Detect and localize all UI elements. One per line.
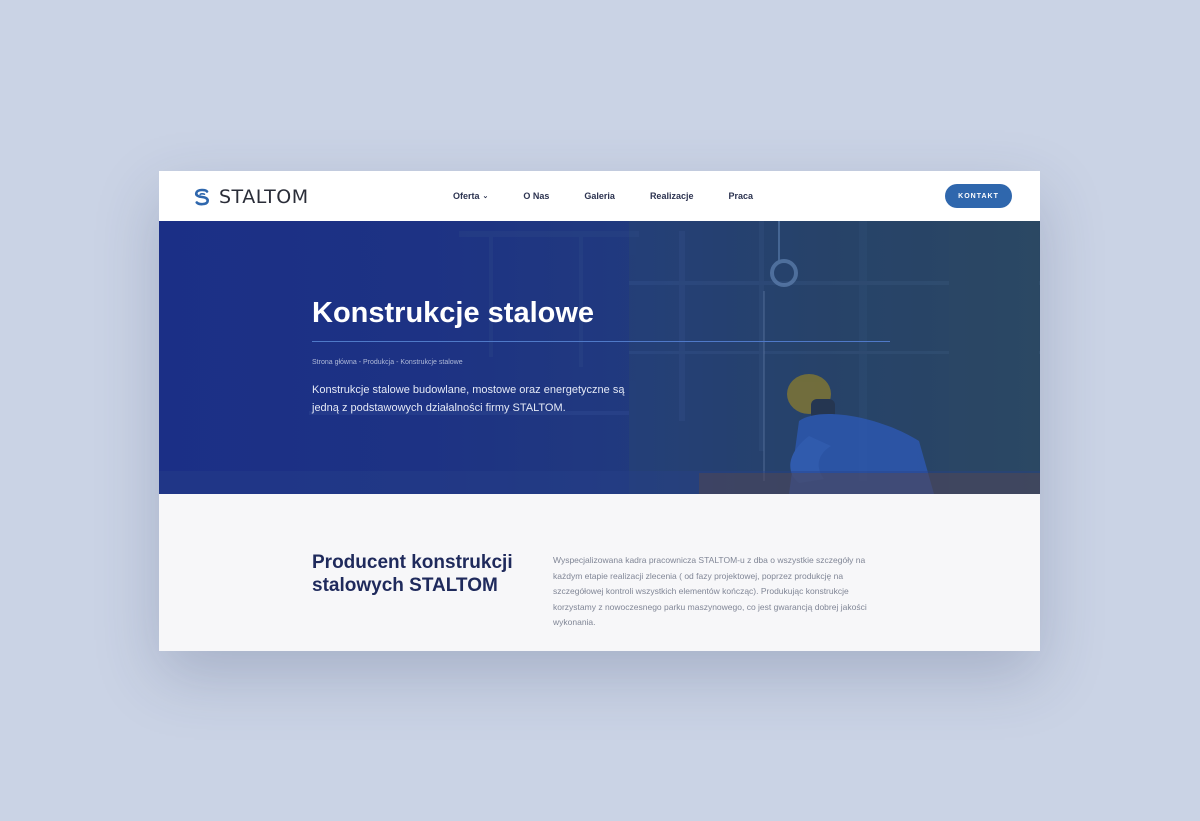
site-logo[interactable]: STALTOM bbox=[191, 185, 309, 209]
site-header: STALTOM Oferta ⌄ O Nas Galeria Realizacj… bbox=[159, 171, 1040, 221]
chevron-down-icon: ⌄ bbox=[482, 193, 489, 200]
section-title: Producent konstrukcji stalowych STALTOM bbox=[312, 552, 513, 596]
title-divider bbox=[312, 341, 890, 342]
nav-item-oferta[interactable]: Oferta ⌄ bbox=[453, 191, 488, 201]
nav-item-label: Praca bbox=[728, 191, 753, 201]
breadcrumb-production[interactable]: Produkcja bbox=[363, 359, 394, 366]
nav-item-label: O Nas bbox=[523, 191, 550, 201]
hero-background-image bbox=[159, 221, 1040, 494]
logo-text: STALTOM bbox=[219, 186, 309, 208]
nav-item-realizacje[interactable]: Realizacje bbox=[650, 191, 694, 201]
hero-description: Konstrukcje stalowe budowlane, mostowe o… bbox=[312, 384, 625, 414]
nav-item-praca[interactable]: Praca bbox=[728, 191, 753, 201]
breadcrumb: Strona główna - Produkcja - Konstrukcje … bbox=[312, 359, 463, 366]
hero-banner: Konstrukcje stalowe Strona główna - Prod… bbox=[159, 221, 1040, 494]
breadcrumb-current: Konstrukcje stalowe bbox=[400, 359, 463, 366]
nav-item-o-nas[interactable]: O Nas bbox=[523, 191, 549, 201]
staltom-logo-icon bbox=[194, 188, 209, 206]
nav-item-label: Realizacje bbox=[649, 191, 694, 201]
nav-item-galeria[interactable]: Galeria bbox=[584, 191, 615, 201]
main-nav: Oferta ⌄ O Nas Galeria Realizacje Praca bbox=[453, 171, 788, 221]
breadcrumb-home[interactable]: Strona główna bbox=[312, 359, 357, 366]
browser-page-frame: STALTOM Oferta ⌄ O Nas Galeria Realizacj… bbox=[159, 171, 1040, 651]
nav-item-label: Galeria bbox=[584, 191, 615, 201]
page-title: Konstrukcje stalowe bbox=[312, 297, 595, 329]
section-text: Wyspecjalizowana kadra pracownicza STALT… bbox=[553, 555, 867, 627]
contact-button[interactable]: KONTAKT bbox=[945, 184, 1012, 208]
nav-item-label: Oferta bbox=[453, 191, 480, 201]
